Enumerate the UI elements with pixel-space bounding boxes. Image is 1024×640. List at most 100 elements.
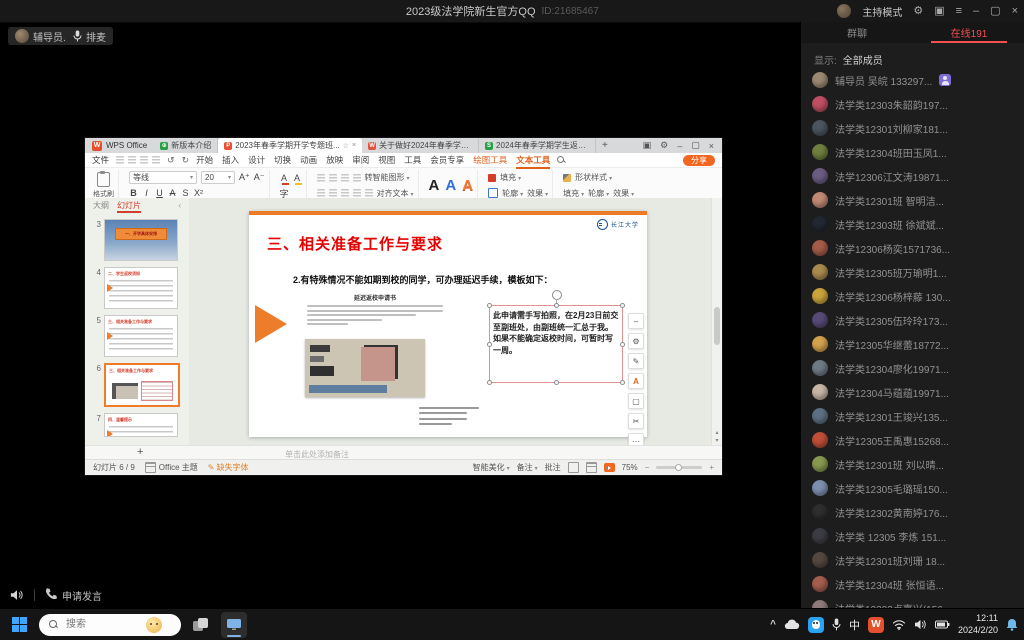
search-input[interactable]	[64, 618, 140, 631]
host-avatar[interactable]	[837, 4, 851, 18]
align-left-icon[interactable]	[317, 189, 325, 197]
align-right-icon[interactable]	[341, 189, 349, 197]
member-list[interactable]: 辅导员 吴皖 133297... 法学类12303朱韶韵197... 法学类12…	[801, 64, 1024, 608]
font-name-select[interactable]: 等线	[129, 171, 197, 184]
ribbon-tab[interactable]: 绘图工具	[473, 154, 507, 166]
slide-thumbnail[interactable]: 3 一、开学具体安排	[85, 216, 189, 264]
slide-thumbnail-preview[interactable]: 二、学生返校须知	[104, 267, 178, 309]
resize-handle[interactable]	[620, 342, 625, 347]
task-view-icon[interactable]	[193, 618, 209, 632]
share-button[interactable]: 分享	[683, 155, 715, 166]
tab-online-members[interactable]: 在线191	[913, 22, 1024, 43]
resize-handle[interactable]	[487, 380, 492, 385]
redo-icon[interactable]: ↻	[182, 155, 190, 166]
microphone-tray-icon[interactable]	[832, 618, 841, 631]
scrollbar-thumb[interactable]	[714, 307, 720, 345]
collapse-panel-icon[interactable]: ‹	[178, 201, 181, 210]
file-menu[interactable]: 文件	[92, 154, 109, 166]
wps-maximize-button[interactable]: ▢	[691, 140, 700, 151]
scroll-down-icon[interactable]: ▾	[712, 438, 722, 444]
mini-tool-button[interactable]: A	[628, 373, 644, 389]
mini-tool-button[interactable]: ✂	[628, 413, 644, 429]
weather-cloud-icon[interactable]	[784, 619, 800, 630]
canvas-scrollbar[interactable]: ▴ ▾	[711, 198, 722, 446]
zoom-in-icon[interactable]: +	[709, 463, 714, 472]
highlight-color-button[interactable]: A	[293, 173, 302, 183]
ribbon-tab[interactable]: 工具	[404, 154, 421, 166]
ribbon-tab[interactable]: 动画	[300, 154, 317, 166]
add-slide-button[interactable]: +	[137, 446, 143, 458]
shrink-font-button[interactable]: A⁻	[254, 172, 265, 183]
normal-view-icon[interactable]	[568, 462, 579, 473]
member-row[interactable]: 法学类12302黄南婷176...	[801, 500, 1024, 524]
notification-bell-icon[interactable]	[1006, 618, 1018, 631]
align-center-icon[interactable]	[329, 189, 337, 197]
text-style-preset[interactable]: A	[462, 178, 473, 193]
popout-window-icon[interactable]: ▣	[934, 6, 944, 17]
apply-speak-button[interactable]: 申请发言	[45, 586, 102, 604]
member-row[interactable]: 法学12305王禹惠15268...	[801, 428, 1024, 452]
current-slide[interactable]: 长江大学 三、相关准备工作与要求 2.有特殊情况不能如期到校的同学，可办理延迟手…	[249, 211, 647, 437]
text-fill-button[interactable]: 填充	[500, 172, 521, 183]
smart-graphic-button[interactable]: 转智能图形	[365, 172, 410, 183]
slide-thumbnail[interactable]: 6 三、相关准备工作与要求	[85, 360, 189, 410]
member-row[interactable]: 法学类12304廖化19971...	[801, 356, 1024, 380]
font-size-select[interactable]: 20	[201, 171, 235, 184]
scroll-up-icon[interactable]: ▴	[712, 430, 722, 436]
ribbon-tab[interactable]: 放映	[326, 154, 343, 166]
grow-font-button[interactable]: A⁺	[239, 172, 250, 183]
document-tab[interactable]: W 关于做好2024年春季学期开学工作...	[362, 138, 479, 153]
member-row[interactable]: 法学12306江文涛19871...	[801, 164, 1024, 188]
minimize-button[interactable]: –	[973, 6, 979, 17]
text-style-preset[interactable]: A	[429, 178, 440, 193]
member-row[interactable]: 法学类 12305 李炼 151...	[801, 524, 1024, 548]
member-row[interactable]: 法学类12303班 徐斌斌...	[801, 212, 1024, 236]
qq-tray-icon[interactable]	[808, 617, 824, 633]
active-app-icon[interactable]	[221, 612, 247, 638]
annotation-textbox[interactable]: 此申请需手写拍照，在2月23日前交至副班处，由副班统一汇总于我。如果不能确定返校…	[489, 305, 623, 383]
resize-handle[interactable]	[487, 342, 492, 347]
new-tab-button[interactable]: +	[596, 138, 614, 153]
ime-indicator[interactable]: 中	[849, 617, 860, 633]
close-button[interactable]: ×	[1012, 6, 1018, 17]
resize-handle[interactable]	[554, 303, 559, 308]
menu-icon[interactable]: ≡	[956, 6, 962, 17]
slide-thumbnail-preview[interactable]: 三、相关准备工作与要求	[104, 363, 180, 407]
format-button[interactable]: I	[142, 188, 151, 198]
text-style-preset[interactable]: A	[445, 178, 456, 193]
tray-chevron-up-icon[interactable]: ^	[770, 619, 776, 630]
member-row[interactable]: 法学类12301班 智明洁...	[801, 188, 1024, 212]
member-row[interactable]: 法学类12306杨梓藤 130...	[801, 284, 1024, 308]
slide-thumbnail[interactable]: 4 二、学生返校须知	[85, 264, 189, 312]
export-icon[interactable]	[128, 156, 136, 164]
battery-icon[interactable]	[935, 620, 950, 629]
ribbon-tab[interactable]: 开始	[196, 154, 213, 166]
wps-layout-icon[interactable]: ▣	[643, 140, 652, 151]
increase-indent-icon[interactable]	[353, 174, 361, 182]
ribbon-tab[interactable]: 插入	[222, 154, 239, 166]
ribbon-tab[interactable]: 审阅	[352, 154, 369, 166]
maximize-button[interactable]: ▢	[990, 6, 1000, 17]
member-row[interactable]: 法学类12301王竣兴135...	[801, 404, 1024, 428]
line-spacing-icon[interactable]	[365, 189, 373, 197]
mini-tool-button[interactable]: ▢	[628, 393, 644, 409]
member-row[interactable]: 法学类12305伍玲玲173...	[801, 308, 1024, 332]
document-tab[interactable]: ⊕ 新版本介绍	[154, 138, 218, 153]
wps-app-button[interactable]: W WPS Office	[85, 138, 154, 153]
ribbon-tab[interactable]: 设计	[248, 154, 265, 166]
member-row[interactable]: 辅导员 吴皖 133297...	[801, 68, 1024, 92]
outline-tab[interactable]: 大纲	[93, 200, 109, 211]
beautify-button[interactable]: 智能美化	[473, 462, 510, 473]
settings-gear-icon[interactable]: ⚙	[913, 6, 923, 17]
wps-tray-icon[interactable]: W	[868, 617, 884, 633]
member-row[interactable]: 法学类12305班万瑜明1...	[801, 260, 1024, 284]
missing-font-warning[interactable]: ✎ 缺失字体	[208, 462, 249, 473]
member-row[interactable]: 法学类12301班 刘以晴...	[801, 452, 1024, 476]
member-row[interactable]: 法学类12303卢嘉兴(156...	[801, 596, 1024, 608]
preview-icon[interactable]	[152, 156, 160, 164]
slide-thumbnail-preview[interactable]: 四、温馨提示	[104, 413, 178, 437]
start-button-icon[interactable]	[12, 617, 27, 632]
font-color-button[interactable]: A	[280, 173, 289, 183]
member-row[interactable]: 法学类12304班 张恒语...	[801, 572, 1024, 596]
slideshow-play-button[interactable]	[604, 463, 615, 472]
